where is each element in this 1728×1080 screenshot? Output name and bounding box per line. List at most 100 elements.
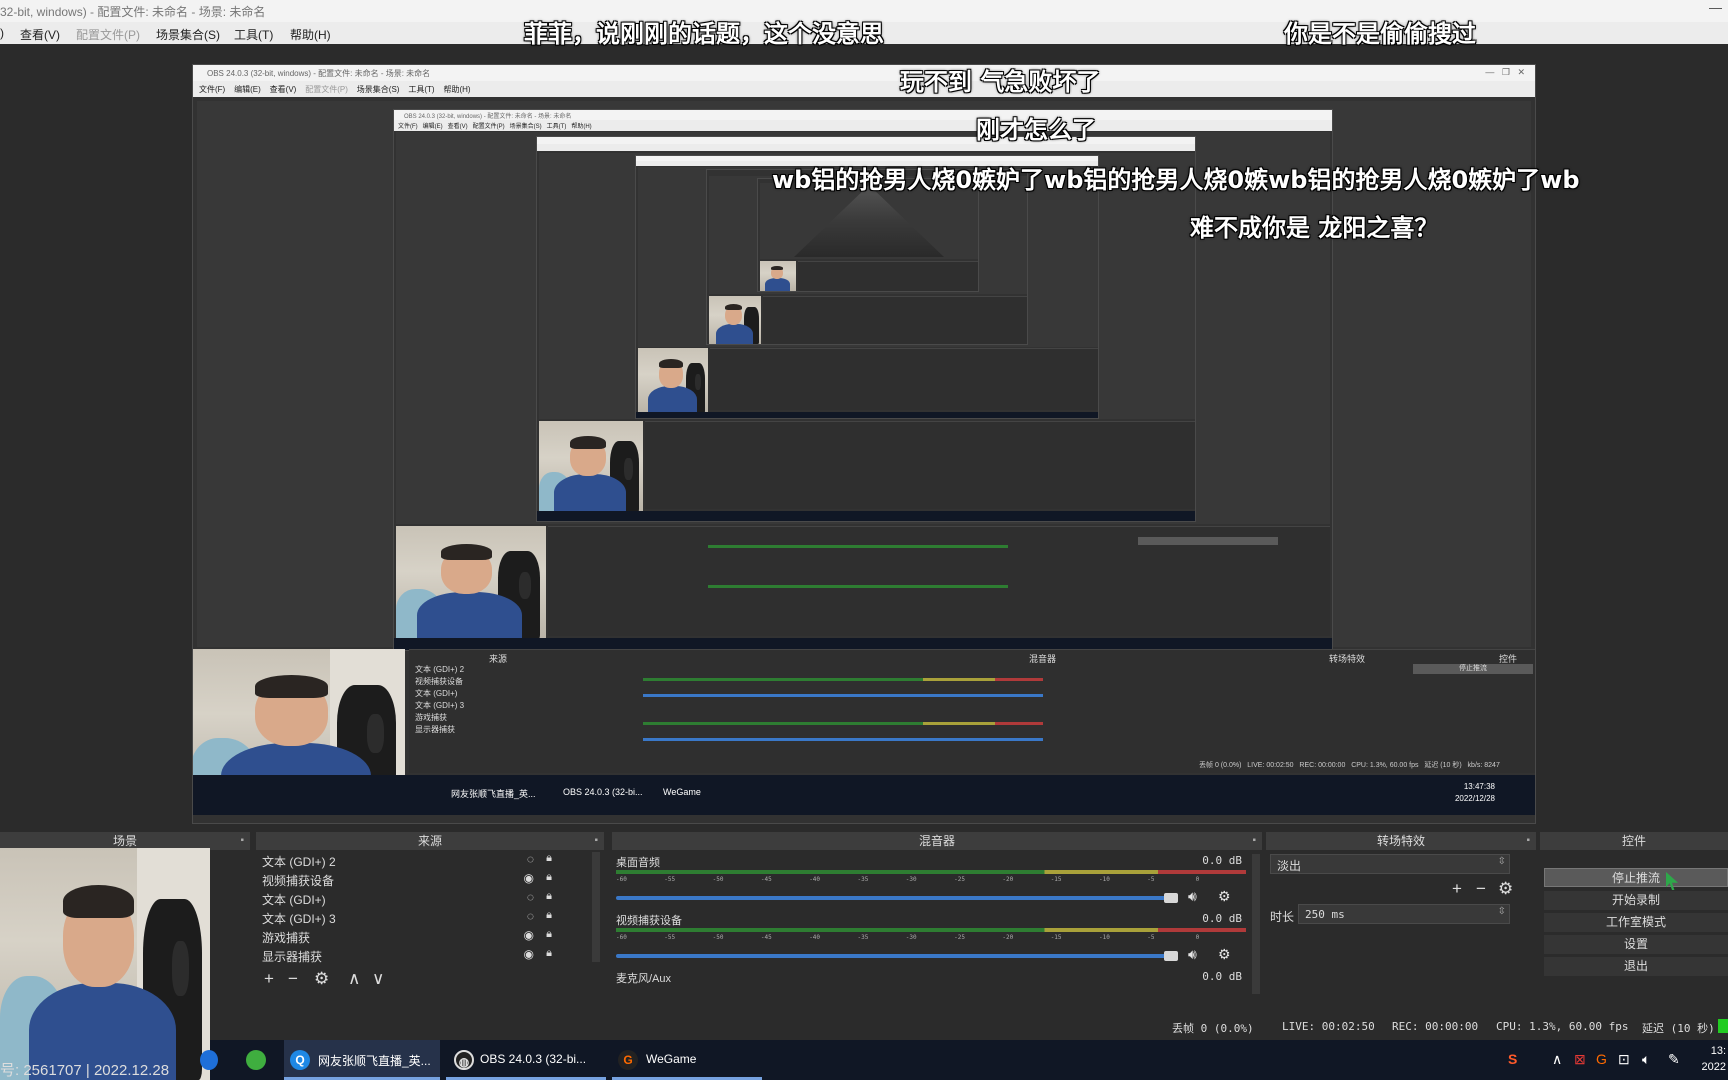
source-properties-gear-icon[interactable]: ⚙	[314, 970, 329, 987]
volume-slider-knob[interactable]	[1164, 893, 1178, 903]
source-item[interactable]: 文本 (GDI+) 3 ◌ 🔒︎	[260, 909, 556, 926]
lock-icon[interactable]: 🔒︎	[546, 890, 552, 903]
meter-tick-label: -20	[1002, 934, 1014, 941]
lock-icon[interactable]: 🔒︎	[546, 852, 552, 865]
danmaku-comment: 玩不到 气急败坏了	[900, 68, 1101, 96]
security-icon[interactable]: ⊠	[1574, 1051, 1586, 1068]
webcam-feed-5	[709, 296, 761, 344]
volume-slider[interactable]	[616, 896, 1176, 900]
menu-help[interactable]: 帮助(H)	[290, 26, 331, 43]
source-item[interactable]: 显示器捕获 ◉ 🔒︎	[260, 947, 556, 964]
lock-icon[interactable]: 🔒︎	[546, 947, 552, 960]
nested-titlebar-3	[537, 137, 1195, 144]
green-app-icon[interactable]	[246, 1050, 266, 1070]
volume-slider-knob[interactable]	[1164, 951, 1178, 961]
source-item[interactable]: 视频捕获设备 ◉ 🔒︎	[260, 871, 556, 888]
menu-view[interactable]: 查看(V)	[20, 26, 60, 43]
browser-blue-icon[interactable]	[200, 1050, 218, 1070]
start-recording-button[interactable]: 开始录制	[1544, 891, 1728, 910]
taskbar-app-wegame[interactable]: G WeGame	[612, 1040, 762, 1080]
remove-transition-button[interactable]: −	[1476, 880, 1486, 897]
eye-icon[interactable]: ◉	[524, 871, 534, 885]
nested-source-item: 显示器捕获	[415, 725, 455, 734]
eye-hidden-icon[interactable]: ◌	[527, 852, 534, 866]
stop-streaming-button[interactable]: 停止推流	[1544, 868, 1728, 887]
nested-control-active-2	[1138, 537, 1278, 545]
gear-icon[interactable]: ⚙	[1218, 946, 1231, 963]
taskbar-app-obs[interactable]: ◍ OBS 24.0.3 (32-bi...	[446, 1040, 606, 1080]
add-source-button[interactable]: +	[264, 970, 274, 987]
sources-scrollbar[interactable]	[592, 852, 600, 962]
duration-spinbox[interactable]: 250 ms ⇳	[1298, 904, 1510, 924]
remove-source-button[interactable]: −	[288, 970, 298, 987]
settings-button[interactable]: 设置	[1544, 935, 1728, 954]
meter-tick-label: 0	[1195, 876, 1200, 883]
menu-tools[interactable]: 工具(T)	[234, 26, 273, 43]
nested-title: OBS 24.0.3 (32-bit, windows) - 配置文件: 未命名…	[207, 69, 431, 78]
taskbar-app-label: OBS 24.0.3 (32-bi...	[480, 1052, 587, 1066]
volume-slider[interactable]	[616, 954, 1176, 958]
source-item[interactable]: 游戏捕获 ◉ 🔒︎	[260, 928, 556, 945]
speaker-icon[interactable]: 🔈︎	[1642, 1051, 1650, 1068]
meter-tick-label: -40	[809, 876, 821, 883]
sources-dock-title: 来源 ▪	[256, 832, 604, 850]
danmaku-comment: 难不成你是 龙阳之喜？	[1190, 214, 1439, 242]
speaker-icon[interactable]: 🔊︎	[1188, 888, 1197, 905]
nested-docks-1: 来源 混音器 转场特效 控件 文本 (GDI+) 2 视频捕获设备 文本 (GD…	[409, 649, 1535, 773]
duration-label: 时长	[1270, 910, 1295, 924]
webcam-feed-2	[396, 526, 546, 640]
add-transition-button[interactable]: +	[1452, 880, 1462, 897]
nested-mixer-meter-2b	[708, 585, 1008, 588]
pen-icon[interactable]: ✎	[1668, 1051, 1680, 1068]
sogou-ime-icon[interactable]: S	[1508, 1051, 1517, 1067]
source-item[interactable]: 文本 (GDI+) 2 ◌ 🔒︎	[260, 852, 556, 869]
lock-icon[interactable]: 🔒︎	[546, 871, 552, 884]
danmaku-comment: 菲菲，说刚刚的话题，这个没意思	[524, 20, 884, 48]
system-clock[interactable]: 13: 2022	[1702, 1043, 1726, 1075]
mixer-channel-db: 0.0 dB	[1202, 970, 1242, 983]
nested-taskbar-app-2: OBS 24.0.3 (32-bi...	[563, 787, 643, 797]
lock-icon[interactable]: 🔒︎	[546, 909, 552, 922]
mixer-channel-name: 麦克风/Aux	[616, 973, 672, 985]
source-item[interactable]: 文本 (GDI+) ◌ 🔒︎	[260, 890, 556, 907]
nested-source-item: 文本 (GDI+) 3	[415, 701, 465, 710]
nested-mixer-title: 混音器	[1029, 654, 1057, 664]
mixer-scrollbar[interactable]	[1252, 854, 1260, 994]
menu-profile[interactable]: 配置文件(P)	[76, 26, 140, 43]
nested-docks-2	[548, 526, 1330, 636]
network-icon[interactable]: ⊡	[1618, 1051, 1630, 1068]
meter-tick-label: -60	[616, 876, 627, 883]
menu-scene-collection[interactable]: 场景集合(S)	[156, 26, 220, 43]
nested-menubar-2: 文件(F) 编辑(E) 查看(V) 配置文件(P) 场景集合(S) 工具(T) …	[394, 120, 1332, 131]
speaker-icon[interactable]: 🔊︎	[1188, 946, 1197, 963]
eye-hidden-icon[interactable]: ◌	[527, 890, 534, 904]
source-item-label: 文本 (GDI+)	[262, 893, 326, 907]
source-item-label: 文本 (GDI+) 2	[262, 855, 336, 869]
mixer-dock-title: 混音器 ▪	[612, 832, 1262, 850]
minimize-button[interactable]: —	[1709, 0, 1722, 15]
lock-icon[interactable]: 🔒︎	[546, 928, 552, 941]
studio-mode-button[interactable]: 工作室模式	[1544, 913, 1728, 932]
chevron-updown-icon: ⇳	[1497, 856, 1506, 867]
stream-health-indicator	[1718, 1019, 1728, 1033]
move-up-button[interactable]: ∧	[348, 970, 360, 987]
move-down-button[interactable]: ∨	[372, 970, 384, 987]
eye-hidden-icon[interactable]: ◌	[527, 909, 534, 923]
eye-icon[interactable]: ◉	[524, 928, 534, 942]
transition-gear-icon[interactable]: ⚙	[1498, 880, 1513, 897]
taskbar-app-browser[interactable]: Q 网友张顺飞直播_英...	[284, 1040, 440, 1080]
gear-icon[interactable]: ⚙	[1218, 888, 1231, 905]
g-icon[interactable]: G	[1596, 1051, 1607, 1067]
sources-list[interactable]: 文本 (GDI+) 2 ◌ 🔒︎ 视频捕获设备 ◉ 🔒︎ 文本 (GDI+) ◌…	[256, 850, 604, 1008]
window-controls[interactable]: —	[1709, 0, 1722, 15]
transition-select[interactable]: 淡出 ⇳	[1270, 854, 1510, 874]
menu-fragment[interactable]: )	[0, 26, 4, 40]
exit-button[interactable]: 退出	[1544, 957, 1728, 976]
transitions-body: 淡出 ⇳ + − ⚙ 时长 250 ms ⇳	[1266, 850, 1536, 932]
nested-obs-window-5	[706, 169, 1028, 345]
meter-tick-label: -60	[616, 934, 627, 941]
nested-docks-6	[798, 261, 978, 291]
chevron-up-icon[interactable]: ∧	[1552, 1051, 1562, 1068]
meter-tick-label: -40	[809, 934, 821, 941]
eye-icon[interactable]: ◉	[524, 947, 534, 961]
